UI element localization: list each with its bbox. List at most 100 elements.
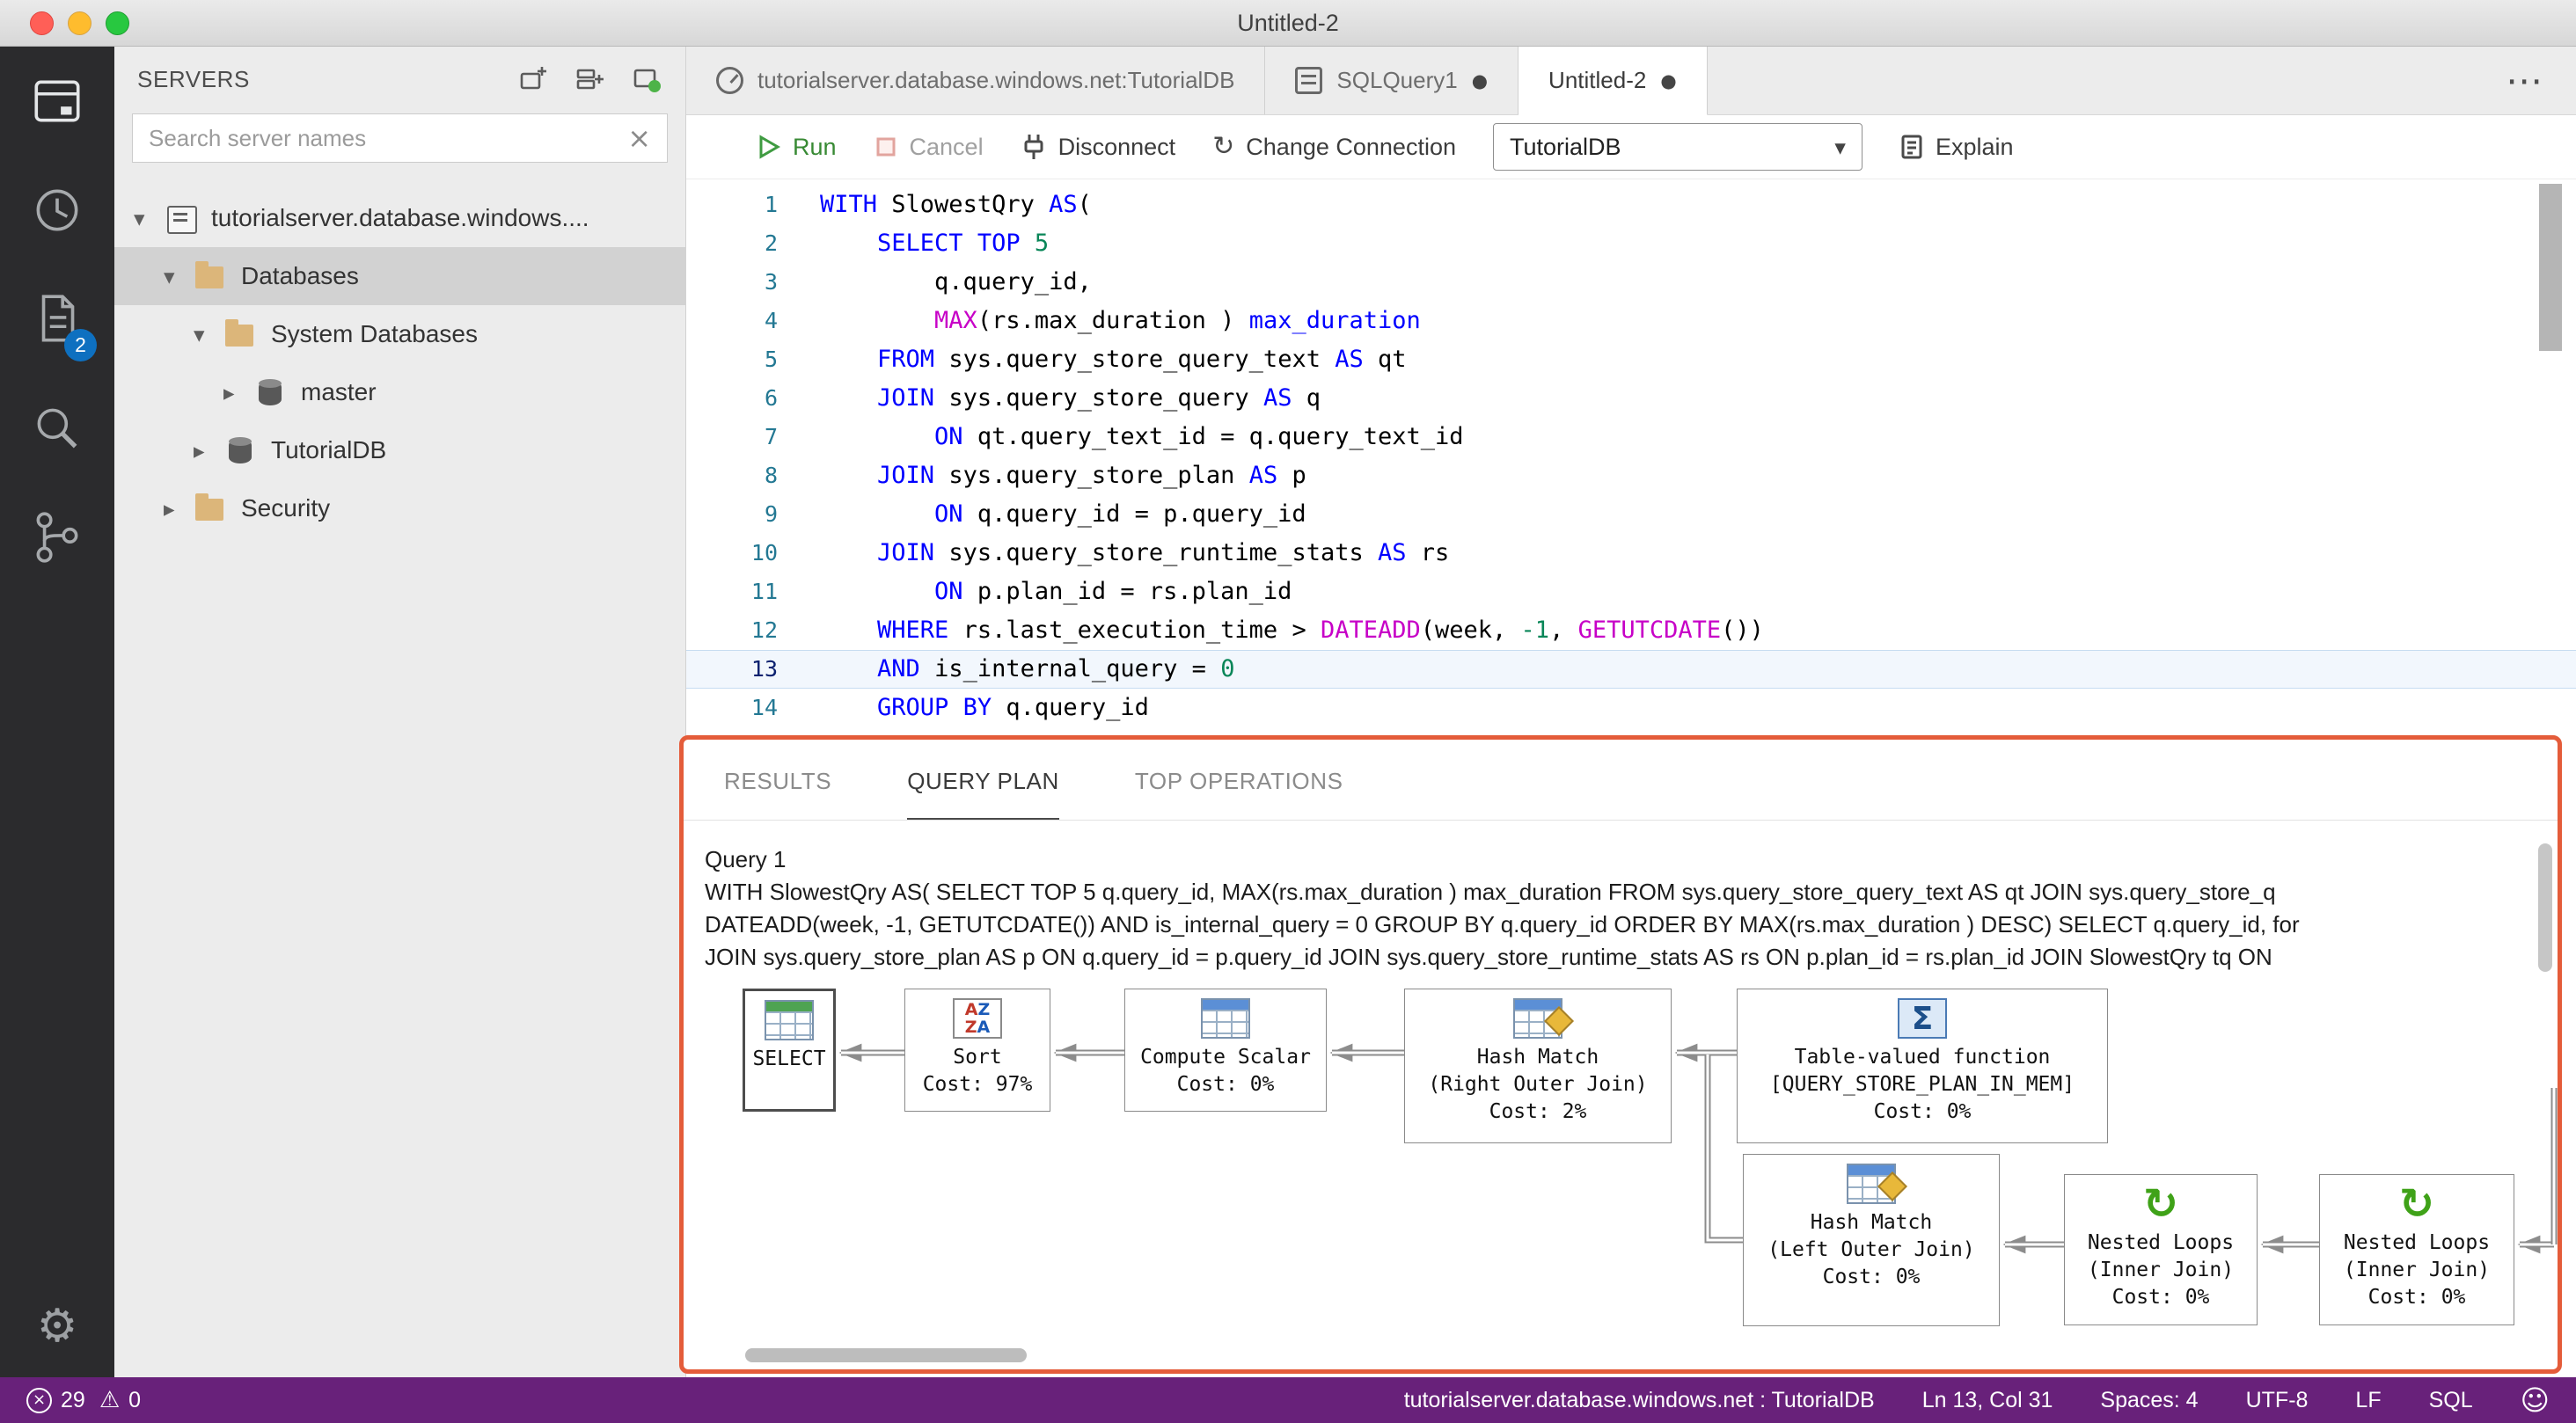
minimize-window-button[interactable]	[68, 11, 91, 35]
language-mode[interactable]: SQL	[2429, 1388, 2473, 1413]
plan-node-table-valued-function[interactable]: ΣTable-valued function[QUERY_STORE_PLAN_…	[1737, 989, 2108, 1143]
tree-item-tutorialserver-database-windows[interactable]: ▾tutorialserver.database.windows....	[114, 189, 685, 247]
line-number: 13	[686, 650, 820, 689]
plan-node-nested-loops[interactable]: ↻Nested Loops(Inner Join)Cost: 0%	[2319, 1174, 2514, 1325]
plan-node-label: Cost: 2%	[1489, 1098, 1587, 1126]
folder-icon	[195, 261, 227, 291]
close-window-button[interactable]	[30, 11, 54, 35]
disconnect-button[interactable]: Disconnect	[1021, 133, 1176, 161]
tree-item-databases[interactable]: ▾ Databases	[114, 247, 685, 305]
plan-node-hash-match[interactable]: Hash Match(Left Outer Join)Cost: 0%	[1743, 1154, 2000, 1326]
twisty-icon[interactable]: ▸	[194, 438, 225, 463]
plan-node-label: Cost: 0%	[1177, 1071, 1275, 1098]
plan-node-sort[interactable]: AZZASortCost: 97%	[904, 989, 1050, 1112]
activity-open-editors[interactable]: 2	[0, 265, 114, 374]
run-button[interactable]: Run	[757, 134, 837, 161]
tab-label: tutorialserver.database.windows.net:Tuto…	[757, 67, 1234, 94]
plan-node-nested-loops[interactable]: ↻Nested Loops(Inner Join)Cost: 0%	[2064, 1174, 2258, 1325]
cursor-position[interactable]: Ln 13, Col 31	[1922, 1388, 2053, 1413]
panel-horizontal-scrollbar[interactable]	[745, 1348, 1027, 1362]
dashboard-icon	[716, 67, 743, 94]
table-hash-icon	[1847, 1164, 1896, 1204]
panel-vertical-scrollbar[interactable]	[2538, 843, 2552, 972]
explain-plan-icon	[1899, 134, 1924, 160]
error-count[interactable]: × 29	[26, 1388, 85, 1413]
tab-untitled-2[interactable]: Untitled-2 ●	[1519, 47, 1708, 115]
plan-node-hash-match[interactable]: Hash Match(Right Outer Join)Cost: 2%	[1404, 989, 1672, 1143]
code-text: ON q.query_id = p.query_id	[820, 495, 1306, 534]
plan-node-label: [QUERY_STORE_PLAN_IN_MEM]	[1770, 1071, 2075, 1098]
zoom-window-button[interactable]	[106, 11, 129, 35]
feedback-smiley-icon[interactable]: ☺	[2521, 1383, 2550, 1417]
panel-tab-results[interactable]: RESULTS	[724, 768, 831, 820]
tree-item-label: Databases	[241, 262, 359, 290]
more-actions-icon[interactable]: ⋯	[2472, 59, 2576, 102]
panel-tab-query-plan[interactable]: QUERY PLAN	[907, 768, 1059, 820]
active-connections-button[interactable]	[631, 63, 662, 95]
line-number: 1	[686, 186, 820, 224]
plan-node-label: Cost: 0%	[1823, 1264, 1921, 1291]
plan-node-label: Hash Match	[1477, 1044, 1599, 1071]
twisty-icon[interactable]: ▸	[223, 380, 255, 405]
change-connection-button[interactable]: ↻ Change Connection	[1212, 134, 1456, 161]
new-connection-button[interactable]	[518, 63, 550, 95]
activity-servers[interactable]	[0, 47, 114, 156]
tab-label: Untitled-2	[1548, 67, 1646, 94]
database-dropdown[interactable]: TutorialDB ▾	[1493, 123, 1862, 171]
code-text: WITH SlowestQry AS(	[820, 186, 1092, 224]
plan-node-compute-scalar[interactable]: Compute ScalarCost: 0%	[1124, 989, 1327, 1112]
code-text: ON p.plan_id = rs.plan_id	[820, 573, 1292, 611]
error-icon: ×	[26, 1388, 52, 1413]
sidebar-actions	[518, 63, 662, 95]
server-search-box: ×	[132, 113, 668, 163]
tab-bar: tutorialserver.database.windows.net:Tuto…	[686, 47, 2576, 115]
plan-node-label: (Inner Join)	[2088, 1257, 2234, 1284]
tree-item-security[interactable]: ▸Security	[114, 479, 685, 537]
twisty-icon[interactable]: ▸	[164, 496, 195, 522]
dirty-indicator: ●	[1472, 70, 1488, 91]
panel-tab-bar: RESULTS QUERY PLAN TOP OPERATIONS	[684, 740, 2558, 821]
code-line: 12 WHERE rs.last_execution_time > DATEAD…	[686, 611, 2576, 650]
table-select-icon	[765, 1000, 814, 1040]
line-number: 3	[686, 263, 820, 302]
new-server-group-icon	[574, 63, 606, 95]
dirty-indicator: ●	[1660, 70, 1676, 91]
code-text: ON qt.query_text_id = q.query_text_id	[820, 418, 1464, 456]
encoding-setting[interactable]: UTF-8	[2246, 1388, 2309, 1413]
warning-count[interactable]: ⚠ 0	[99, 1388, 141, 1413]
tree-item-master[interactable]: ▸master	[114, 363, 685, 421]
eol-setting[interactable]: LF	[2355, 1388, 2381, 1413]
explain-button[interactable]: Explain	[1899, 134, 2014, 161]
results-panel: RESULTS QUERY PLAN TOP OPERATIONS Query 1 …	[679, 735, 2562, 1374]
twisty-icon[interactable]: ▾	[134, 206, 165, 231]
activity-source-control[interactable]	[0, 483, 114, 592]
run-play-icon	[757, 135, 781, 159]
activity-search[interactable]	[0, 374, 114, 483]
search-input[interactable]	[149, 125, 627, 152]
new-server-group-button[interactable]	[574, 63, 606, 95]
panel-tab-top-operations[interactable]: TOP OPERATIONS	[1135, 768, 1343, 820]
editor-vertical-scrollbar[interactable]	[2539, 184, 2562, 351]
tab-sqlquery1[interactable]: SQLQuery1●	[1265, 47, 1519, 114]
line-number: 9	[686, 495, 820, 534]
twisty-icon[interactable]: ▾	[164, 264, 195, 289]
query-plan-header: Query 1 WITH SlowestQry AS( SELECT TOP 5…	[684, 821, 2558, 974]
connection-status[interactable]: tutorialserver.database.windows.net : Tu…	[1404, 1388, 1875, 1413]
query-label: Query 1	[705, 843, 2543, 876]
servers-sidebar: SERVERS	[114, 47, 686, 1377]
code-text: GROUP BY q.query_id	[820, 689, 1149, 727]
code-line: 6 JOIN sys.query_store_query AS q	[686, 379, 2576, 418]
cancel-button[interactable]: Cancel	[874, 134, 984, 161]
history-clock-icon	[28, 181, 86, 239]
settings-gear-icon[interactable]: ⚙	[0, 1284, 114, 1368]
tree-item-tutorialdb[interactable]: ▸TutorialDB	[114, 421, 685, 479]
tab-tutorialserver-database-windows-net-tutorialdb[interactable]: tutorialserver.database.windows.net:Tuto…	[686, 47, 1265, 114]
twisty-icon[interactable]: ▾	[194, 322, 225, 347]
clear-search-icon[interactable]: ×	[627, 121, 651, 155]
indentation-setting[interactable]: Spaces: 4	[2100, 1388, 2198, 1413]
activity-task-history[interactable]	[0, 156, 114, 265]
loop-icon: ↻	[2136, 1184, 2185, 1224]
code-line: 5 FROM sys.query_store_query_text AS qt	[686, 340, 2576, 379]
plan-node-select[interactable]: SELECT	[743, 989, 836, 1112]
tree-item-system-databases[interactable]: ▾System Databases	[114, 305, 685, 363]
